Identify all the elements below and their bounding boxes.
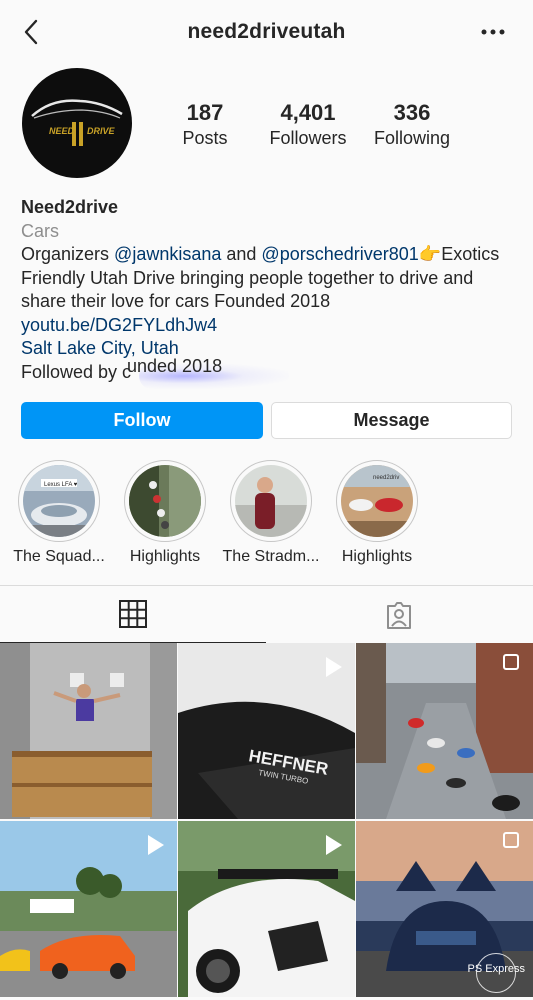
posts-grid: HEFFNER TWIN TURBO PS Express: [0, 643, 533, 1000]
highlight-label: The Squad...: [13, 548, 105, 565]
message-button[interactable]: Message: [271, 402, 512, 439]
bio-line-3: share their love for cars Founded 2018: [21, 291, 331, 311]
mention-link[interactable]: @jawnkisana: [114, 244, 221, 264]
grid-icon: [119, 600, 147, 628]
ps-express-watermark: PS Express: [467, 953, 525, 993]
logo-text-left: NEED: [49, 126, 75, 136]
post-thumbnail[interactable]: PS Express: [356, 821, 533, 997]
highlight-cover: need2driv: [341, 465, 413, 537]
highlight-item[interactable]: The Stradm...: [216, 460, 326, 566]
profile-bio: Need2drive Cars Organizers @jawnkisana a…: [21, 196, 521, 389]
highlight-cover: [235, 465, 307, 537]
need2drive-logo: NEED DRIVE: [31, 99, 123, 146]
highlight-label: Highlights: [341, 548, 413, 565]
logo-text-right: DRIVE: [87, 126, 116, 136]
bio-text: and: [221, 244, 262, 264]
followers-label: Followers: [269, 128, 347, 148]
highlight-tag: Lexus LFA ♥: [44, 482, 78, 488]
highlight-cover: [129, 465, 201, 537]
highlight-item[interactable]: Lexus LFA ♥ The Squad...: [4, 460, 114, 566]
followers-stat[interactable]: 4,401 Followers: [258, 100, 358, 150]
post-thumbnail[interactable]: [178, 821, 355, 997]
tab-tagged[interactable]: [266, 586, 532, 643]
posts-stat[interactable]: 187 Posts: [150, 100, 260, 150]
location-link[interactable]: Salt Lake City, Utah: [21, 337, 521, 361]
website-link[interactable]: youtu.be/DG2FYLdhJw4: [21, 314, 521, 338]
post-thumbnail[interactable]: [356, 643, 533, 819]
bio-text: 👉Exotics: [418, 244, 500, 264]
tab-grid[interactable]: [0, 586, 266, 643]
bio-line-1: Organizers @jawnkisana and @porschedrive…: [21, 243, 521, 267]
profile-username: need2driveutah: [187, 20, 346, 43]
follow-button[interactable]: Follow: [21, 402, 263, 439]
bio-line-2: Friendly Utah Drive bringing people toge…: [21, 267, 474, 288]
following-count: 336: [393, 100, 431, 125]
followed-by[interactable]: Followed by c unded 2018: [21, 356, 521, 389]
profile-name: Need2drive: [21, 197, 119, 217]
profile-header: need2driveutah: [0, 0, 533, 66]
following-stat[interactable]: 336 Following: [362, 100, 462, 150]
highlight-label: Highlights: [129, 548, 201, 565]
post-thumbnail[interactable]: [0, 821, 177, 997]
avatar[interactable]: NEED DRIVE: [22, 68, 132, 178]
posts-label: Posts: [182, 128, 228, 148]
bio-text: Organizers: [21, 244, 115, 264]
profile-category: Cars: [21, 220, 60, 241]
highlight-item[interactable]: need2driv Highlights: [322, 460, 432, 566]
tagged-person-icon: [387, 601, 411, 629]
highlight-label: The Stradm...: [222, 548, 320, 565]
post-thumbnail[interactable]: [0, 643, 177, 819]
highlight-cover: Lexus LFA ♥: [23, 465, 95, 537]
watermark-text: PS Express: [467, 963, 525, 975]
story-highlights: Lexus LFA ♥ The Squad... Highlights The …: [0, 460, 533, 570]
highlight-item[interactable]: Highlights: [110, 460, 220, 566]
ghost-overlay-text: unded 2018: [127, 355, 223, 376]
more-options-icon[interactable]: [479, 22, 507, 42]
highlight-tag: need2driv: [373, 475, 399, 481]
followers-count: 4,401: [280, 100, 336, 125]
post-thumbnail[interactable]: HEFFNER TWIN TURBO: [178, 643, 355, 819]
following-label: Following: [373, 128, 451, 148]
followed-by-text: Followed by c: [21, 361, 132, 382]
posts-count: 187: [186, 100, 224, 125]
profile-tabs: [0, 585, 533, 643]
mention-link[interactable]: @porschedriver801: [261, 244, 418, 264]
profile-stats: 187 Posts 4,401 Followers 336 Following: [150, 100, 510, 156]
